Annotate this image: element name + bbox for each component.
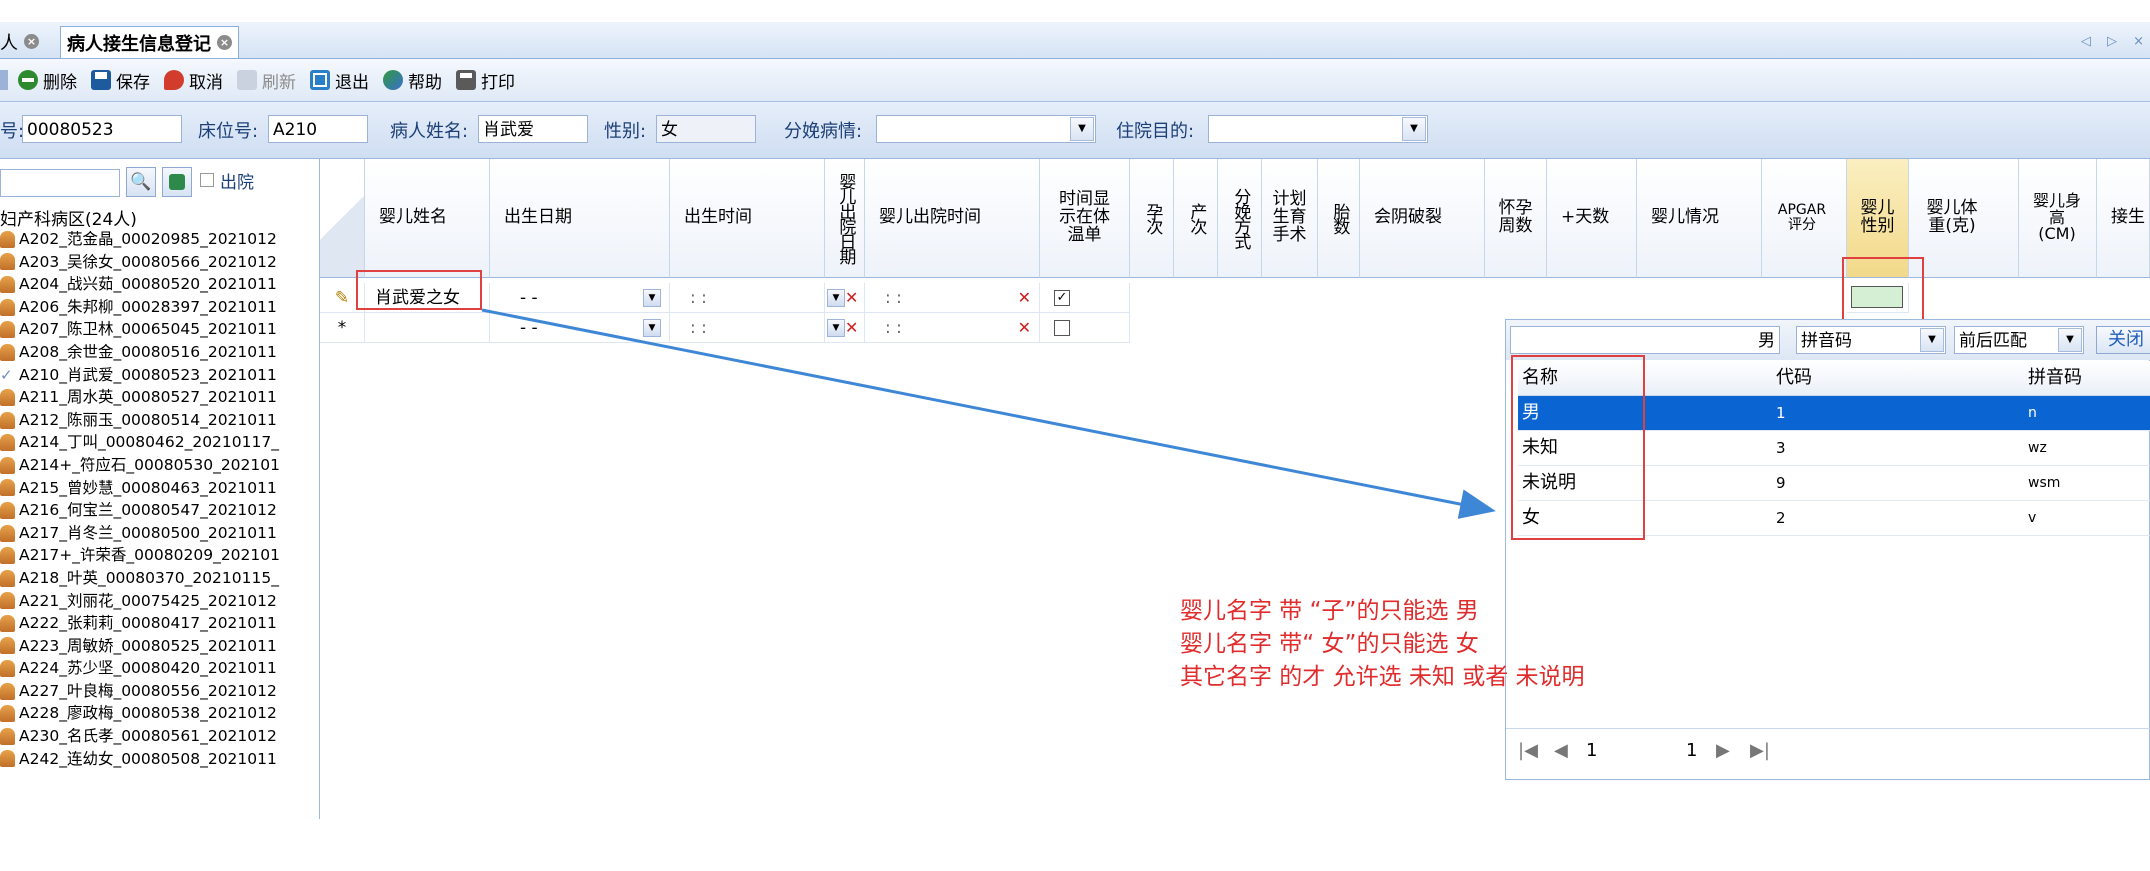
annotation-arrow (481, 308, 1496, 519)
annotation-line-3: 其它名字 的才 允许选 未知 或者 未说明 (1180, 664, 1585, 690)
annotation-line-1: 婴儿名字 带 “子”的只能选 男 (1180, 598, 1479, 624)
annotation-line-2: 婴儿名字 带“ 女”的只能选 女 (1180, 631, 1479, 657)
annotation-note: 婴儿名字 带 “子”的只能选 男 婴儿名字 带“ 女”的只能选 女 其它名字 的… (1180, 595, 1585, 694)
